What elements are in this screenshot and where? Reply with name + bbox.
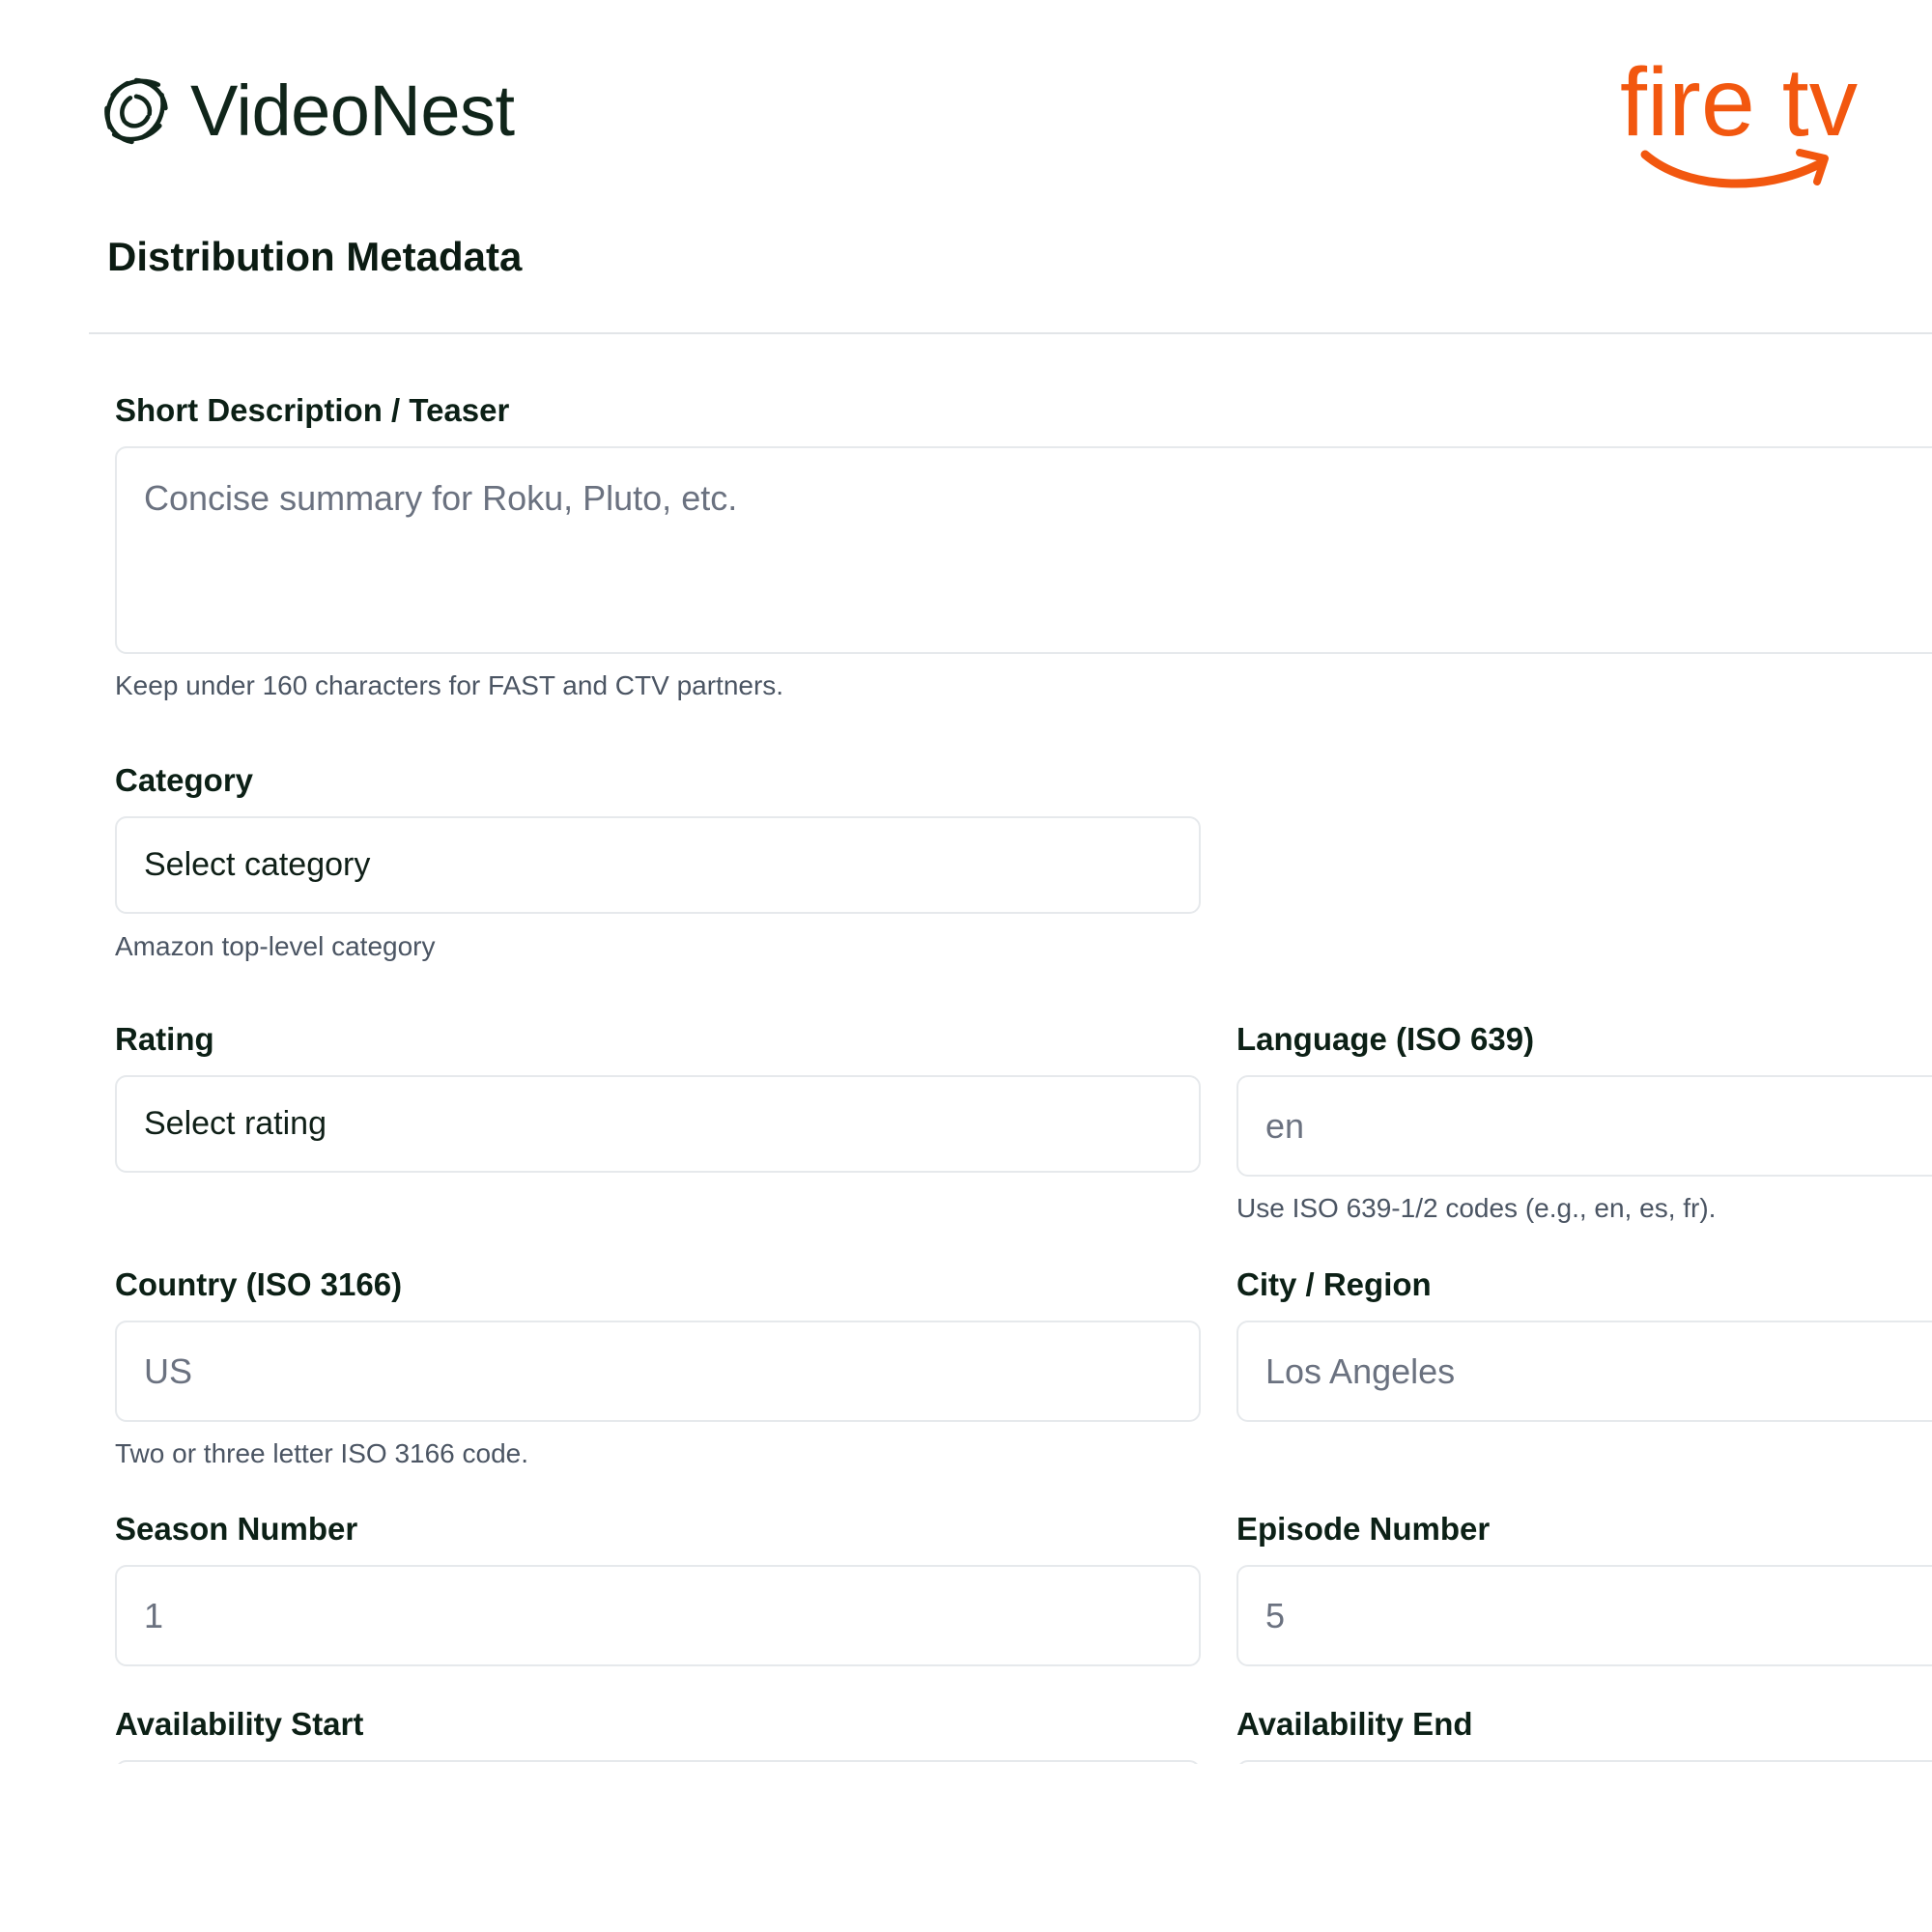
category-selected-value: Select category bbox=[144, 846, 371, 883]
country-label: Country (ISO 3166) bbox=[115, 1266, 403, 1302]
short-description-textarea[interactable] bbox=[115, 446, 1932, 654]
availability-start-label: Availability Start bbox=[115, 1706, 364, 1742]
category-help: Amazon top-level category bbox=[115, 931, 436, 961]
country-help: Two or three letter ISO 3166 code. bbox=[115, 1438, 529, 1468]
fire-tv-logo-text: fire tv bbox=[1620, 56, 1858, 156]
brand-name: VideoNest bbox=[190, 71, 515, 151]
episode-number-label: Episode Number bbox=[1236, 1511, 1491, 1547]
brand[interactable]: VideoNest bbox=[99, 68, 515, 155]
category-label: Category bbox=[115, 762, 254, 798]
city-region-label: City / Region bbox=[1236, 1266, 1432, 1302]
season-number-input[interactable] bbox=[115, 1565, 1201, 1666]
short-description-label: Short Description / Teaser bbox=[115, 392, 510, 428]
language-help: Use ISO 639-1/2 codes (e.g., en, es, fr)… bbox=[1236, 1193, 1717, 1223]
page-title: Distribution Metadata bbox=[107, 234, 523, 279]
country-input[interactable] bbox=[115, 1321, 1201, 1422]
aperture-swirl-icon bbox=[104, 77, 168, 145]
availability-end-input[interactable] bbox=[1236, 1760, 1932, 1764]
season-number-label: Season Number bbox=[115, 1511, 358, 1547]
episode-number-input[interactable] bbox=[1236, 1565, 1932, 1666]
language-label: Language (ISO 639) bbox=[1236, 1021, 1535, 1057]
rating-label: Rating bbox=[115, 1021, 214, 1057]
short-description-help: Keep under 160 characters for FAST and C… bbox=[115, 670, 784, 700]
fire-tv-logo: fire tv bbox=[1620, 56, 1858, 188]
language-input[interactable] bbox=[1236, 1075, 1932, 1177]
city-region-input[interactable] bbox=[1236, 1321, 1932, 1422]
header-divider bbox=[89, 332, 1932, 334]
distribution-metadata-page: VideoNest fire tv Distribution Metadata … bbox=[0, 0, 1932, 1932]
availability-end-label: Availability End bbox=[1236, 1706, 1473, 1742]
rating-selected-value: Select rating bbox=[144, 1105, 327, 1142]
rating-select[interactable]: Select rating bbox=[115, 1075, 1201, 1173]
smile-arc-icon bbox=[1640, 150, 1824, 188]
category-select[interactable]: Select category bbox=[115, 816, 1201, 914]
availability-start-input[interactable] bbox=[115, 1760, 1201, 1764]
